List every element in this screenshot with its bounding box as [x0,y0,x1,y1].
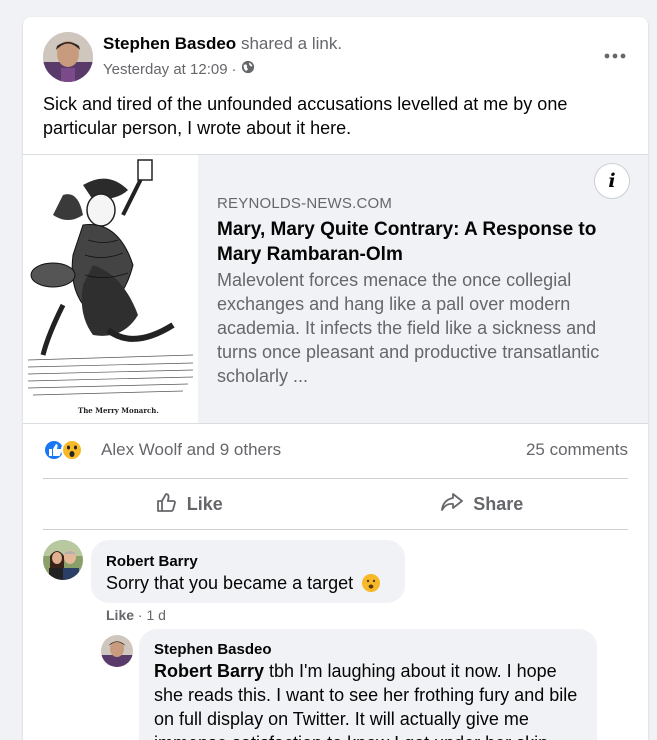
post-actions: Like Share [43,478,628,530]
link-description: Malevolent forces menace the once colleg… [217,270,600,386]
reactions-bar: Alex Woolf and 9 others 25 comments [43,438,628,462]
globe-icon[interactable] [241,60,255,78]
comment-text: Sorry that you became a target [106,571,381,599]
reply-avatar[interactable] [101,635,133,667]
share-arrow-icon [440,491,464,518]
more-options-icon[interactable] [602,46,628,66]
post-timestamp[interactable]: Yesterday at 12:09 [103,61,228,78]
reply-item: Stephen Basdeo Robert Barry tbh I'm laug… [101,629,628,740]
link-title[interactable]: Mary, Mary Quite Contrary: A Response to… [217,217,637,267]
shared-verb: shared a link. [240,34,343,53]
reply-bubble: Stephen Basdeo Robert Barry tbh I'm laug… [139,629,597,740]
reaction-names[interactable]: Alex Woolf and 9 others [101,440,281,460]
reply-text: Robert Barry tbh I'm laughing about it n… [154,661,578,740]
link-domain: REYNOLDS-NEWS.COM [217,195,393,212]
share-label: Share [473,493,524,514]
author-avatar[interactable] [43,32,93,82]
share-button[interactable]: Share [336,479,629,529]
sad-face-icon [361,573,381,599]
author-name[interactable]: Stephen Basdeo [103,34,236,53]
comment-time[interactable]: · 1 d [138,607,166,623]
reply-author[interactable]: Stephen Basdeo [154,641,272,658]
comment-like-link[interactable]: Like [106,607,134,623]
author-line: Stephen Basdeo shared a link. [103,34,342,54]
comment-author[interactable]: Robert Barry [106,553,198,570]
post-header: Stephen Basdeo shared a link. Yesterday … [43,32,628,82]
wow-icon [61,439,83,461]
post-card: Stephen Basdeo shared a link. Yesterday … [23,17,648,740]
image-caption: The Merry Monarch. [78,406,159,415]
post-text: Sick and tired of the unfounded accusati… [43,94,568,138]
like-button[interactable]: Like [43,479,336,529]
comment-meta: Like · 1 d [106,607,166,623]
post-meta: Yesterday at 12:09 · [103,60,255,78]
link-preview[interactable]: The Merry Monarch. i REYNOLDS-NEWS.COM M… [23,154,648,424]
thumbs-up-icon [156,491,178,518]
like-label: Like [186,493,223,514]
comment-item: Robert Barry Sorry that you became a tar… [43,540,628,623]
link-thumbnail[interactable]: The Merry Monarch. [23,155,198,423]
info-icon[interactable]: i [594,163,630,199]
comments-count[interactable]: 25 comments [526,440,628,460]
commenter-avatar[interactable] [43,540,83,580]
reply-mention[interactable]: Robert Barry [154,661,264,681]
comment-bubble: Robert Barry Sorry that you became a tar… [91,540,405,603]
meta-separator: · [231,60,237,78]
reaction-icons[interactable] [43,438,93,462]
